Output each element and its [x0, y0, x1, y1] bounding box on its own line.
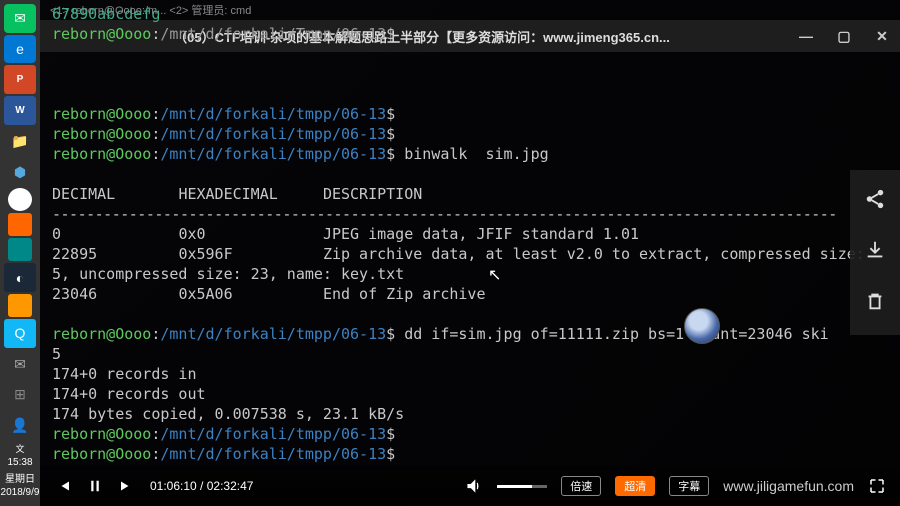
user-avatar[interactable]	[684, 308, 720, 344]
fullscreen-button[interactable]	[868, 477, 886, 495]
taskbar-app3-icon[interactable]	[8, 238, 32, 261]
taskbar-mail-icon[interactable]: ✉	[4, 350, 36, 379]
download-button[interactable]	[864, 239, 886, 266]
windows-taskbar: ✉ e P W 📁 ⬢ ◐ Q ✉ ⊞ 👤 文 15:38 星期日 2018/9…	[0, 0, 40, 506]
taskbar-word-icon[interactable]: W	[4, 96, 36, 125]
quality-button[interactable]: 超清	[615, 476, 655, 496]
taskbar-powerpoint-icon[interactable]: P	[4, 65, 36, 94]
side-toolbar	[850, 170, 900, 335]
clock-date: 2018/9/9	[1, 487, 40, 498]
taskbar-app2-icon[interactable]	[8, 213, 32, 236]
share-button[interactable]	[864, 188, 886, 215]
next-button[interactable]	[118, 477, 136, 495]
prev-button[interactable]	[54, 477, 72, 495]
taskbar-qq-icon[interactable]: Q	[4, 319, 36, 348]
clock-day: 星期日	[5, 470, 35, 485]
time-display: 01:06:10 / 02:32:47	[150, 479, 253, 493]
speed-button[interactable]: 倍速	[561, 476, 601, 496]
video-player: <1> reborn@Oooo:/m... <2> 管理员: cmd （05）C…	[40, 0, 900, 506]
terminal-output[interactable]: 67890abcdefg reborn@Oooo:/mnt/d/forkali/…	[48, 0, 900, 466]
taskbar-clock[interactable]: 文 15:38 星期日 2018/9/9	[1, 442, 40, 506]
watermark-text: www.jiligamefun.com	[723, 478, 854, 494]
taskbar-app5-icon[interactable]: 👤	[4, 411, 36, 440]
terminal-top-line: 67890abcdefg	[52, 5, 160, 23]
volume-button[interactable]	[465, 477, 483, 495]
taskbar-explorer-icon[interactable]: 📁	[4, 127, 36, 156]
clock-time: 15:38	[7, 457, 32, 468]
subtitle-button[interactable]: 字幕	[669, 476, 709, 496]
taskbar-steam-icon[interactable]: ◐	[4, 263, 36, 292]
delete-button[interactable]	[864, 290, 886, 317]
taskbar-app4-icon[interactable]: ⊞	[4, 381, 36, 410]
taskbar-sublime-icon[interactable]	[8, 294, 32, 317]
taskbar-chrome-icon[interactable]	[8, 188, 32, 211]
video-controls: 01:06:10 / 02:32:47 倍速 超清 字幕 www.jiligam…	[40, 466, 900, 506]
taskbar-wechat-icon[interactable]: ✉	[4, 4, 36, 33]
pause-button[interactable]	[86, 477, 104, 495]
taskbar-app-icon[interactable]: ⬢	[4, 158, 36, 187]
taskbar-edge-icon[interactable]: e	[4, 35, 36, 64]
